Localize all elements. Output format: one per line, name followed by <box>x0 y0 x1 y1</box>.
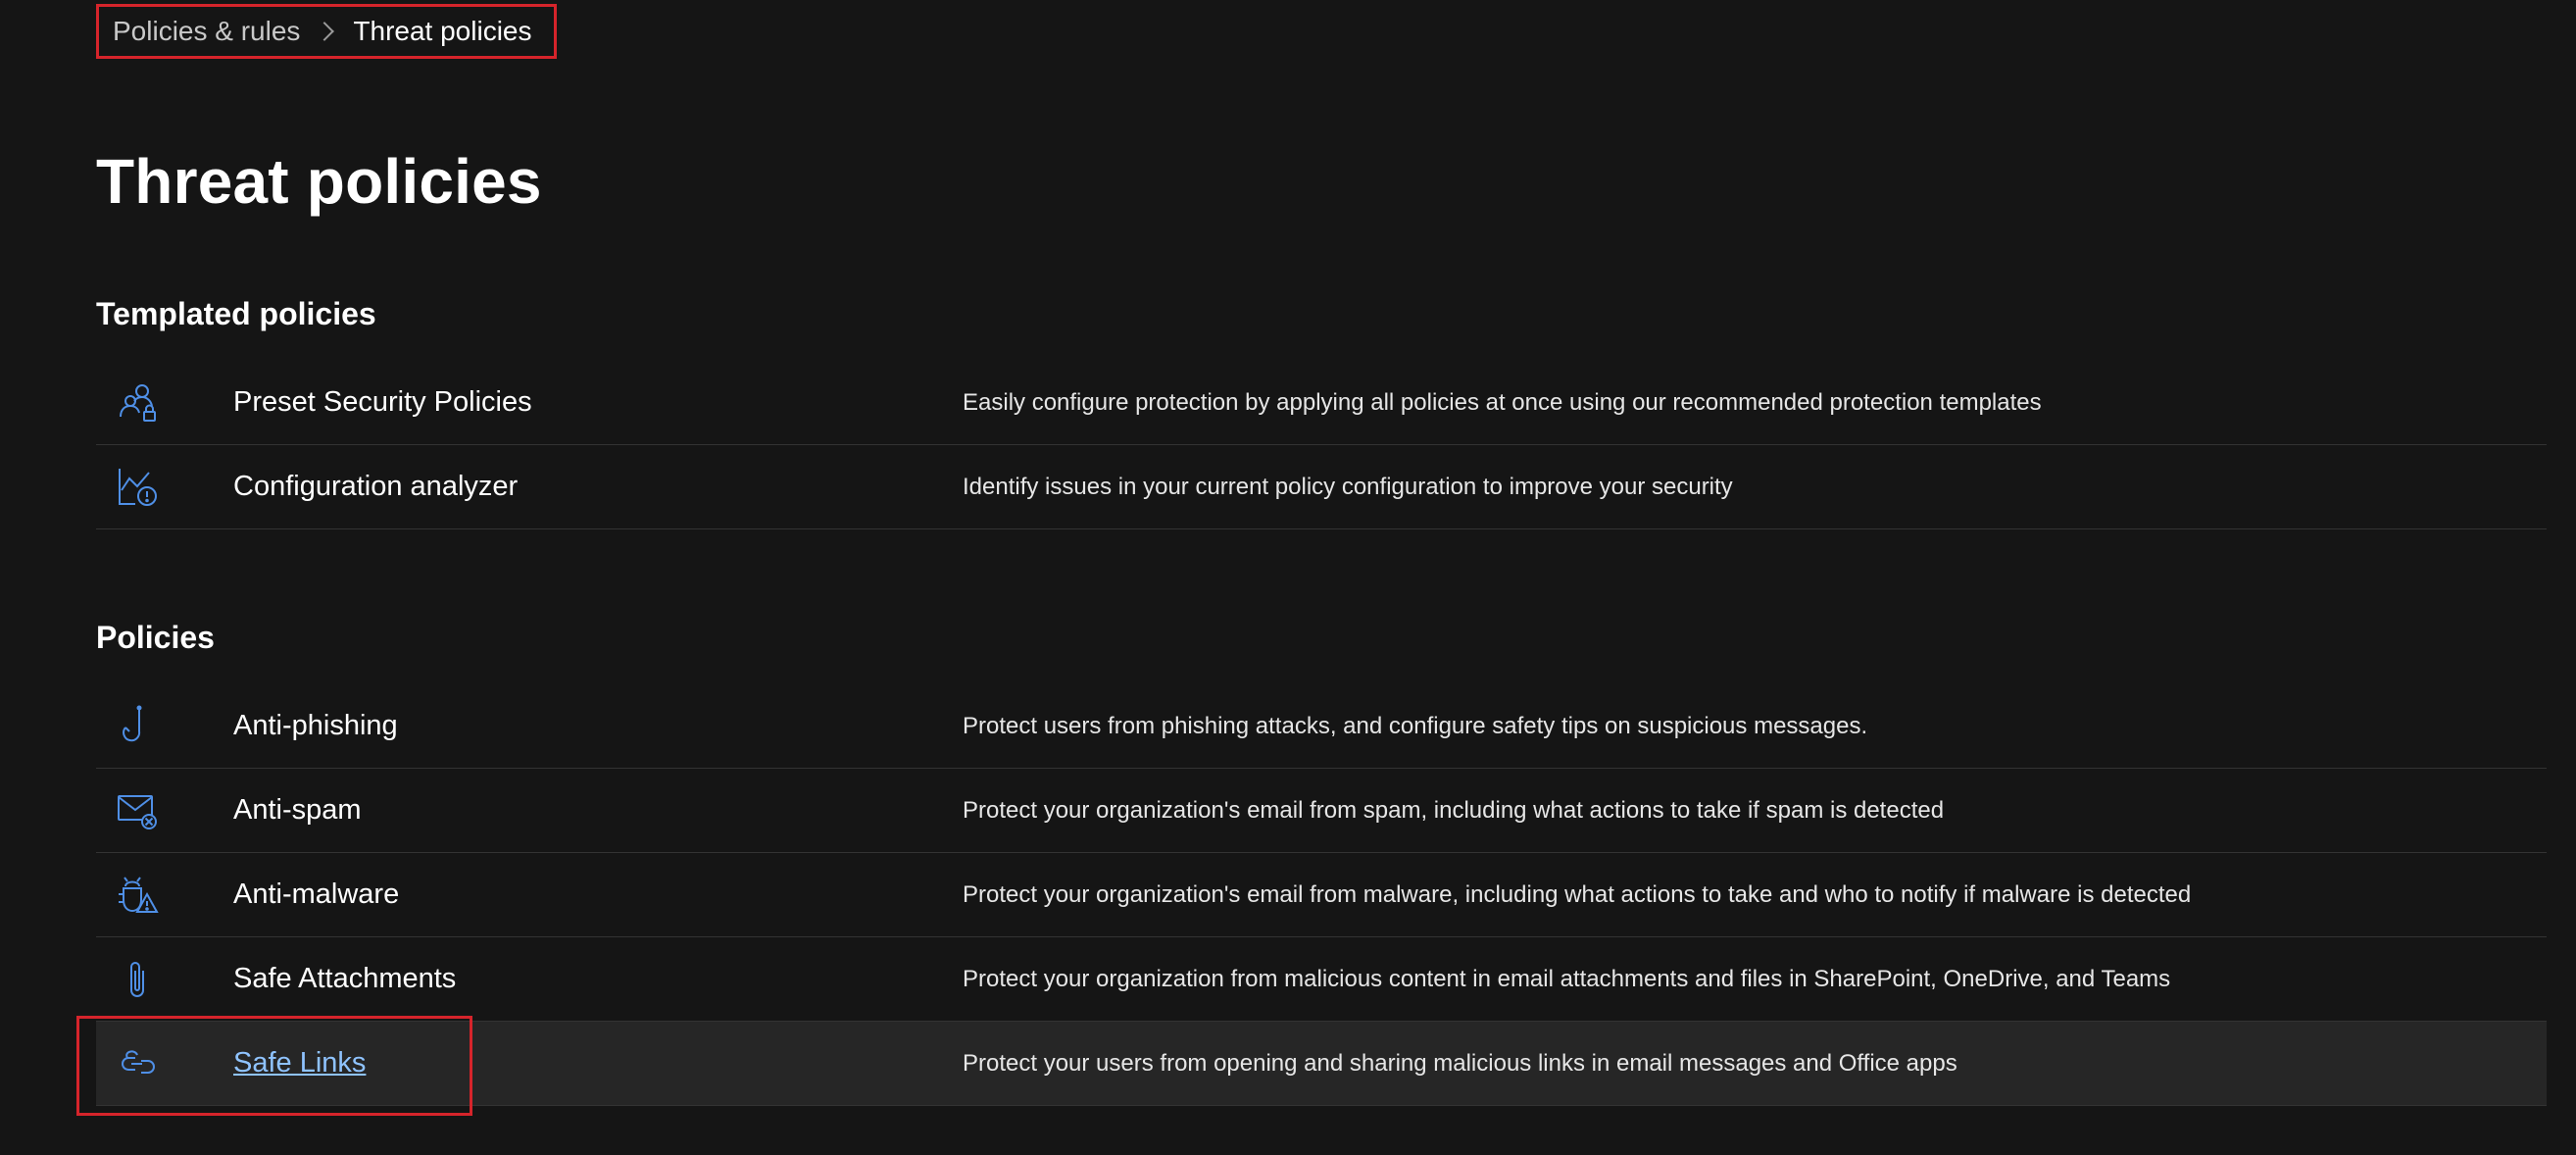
anti-phishing-link[interactable]: Anti-phishing <box>233 710 398 742</box>
chart-alert-icon <box>116 465 161 510</box>
breadcrumb-policies-rules[interactable]: Policies & rules <box>113 16 300 47</box>
safe-links-description: Protect your users from opening and shar… <box>963 1049 1957 1077</box>
configuration-analyzer-link[interactable]: Configuration analyzer <box>233 471 518 503</box>
anti-spam-description: Protect your organization's email from s… <box>963 796 1945 824</box>
chevron-right-icon <box>315 22 335 41</box>
preset-security-policies-link[interactable]: Preset Security Policies <box>233 386 532 419</box>
templated-policies-heading: Templated policies <box>96 296 376 331</box>
preset-security-policies-description: Easily configure protection by applying … <box>963 388 2042 416</box>
bug-warning-icon <box>116 873 161 918</box>
threat-policies-page: Policies & rules Threat policies Threat … <box>0 0 2576 1155</box>
anti-malware-link[interactable]: Anti-malware <box>233 879 399 911</box>
mail-block-icon <box>116 788 161 833</box>
page-title: Threat policies <box>96 146 542 217</box>
list-item-anti-phishing[interactable]: Anti-phishing Protect users from phishin… <box>96 684 2547 769</box>
list-item-safe-links[interactable]: Safe Links Protect your users from openi… <box>96 1022 2547 1106</box>
list-item-anti-malware[interactable]: Anti-malware Protect your organization's… <box>96 853 2547 937</box>
list-item-configuration-analyzer[interactable]: Configuration analyzer Identify issues i… <box>96 445 2547 529</box>
list-item-safe-attachments[interactable]: Safe Attachments Protect your organizati… <box>96 937 2547 1022</box>
anti-phishing-description: Protect users from phishing attacks, and… <box>963 712 1868 739</box>
configuration-analyzer-description: Identify issues in your current policy c… <box>963 473 1733 500</box>
link-icon <box>116 1041 161 1086</box>
policies-heading: Policies <box>96 620 215 655</box>
people-lock-icon <box>116 380 161 426</box>
templated-policies-list: Preset Security Policies Easily configur… <box>96 361 2547 529</box>
fish-hook-icon <box>116 704 161 749</box>
list-item-anti-spam[interactable]: Anti-spam Protect your organization's em… <box>96 769 2547 853</box>
anti-malware-description: Protect your organization's email from m… <box>963 880 2192 908</box>
safe-attachments-link[interactable]: Safe Attachments <box>233 963 456 995</box>
breadcrumb: Policies & rules Threat policies <box>96 4 557 59</box>
safe-links-link[interactable]: Safe Links <box>233 1047 366 1080</box>
anti-spam-link[interactable]: Anti-spam <box>233 794 362 827</box>
paperclip-icon <box>116 957 161 1002</box>
breadcrumb-threat-policies: Threat policies <box>353 16 532 46</box>
list-item-preset-security-policies[interactable]: Preset Security Policies Easily configur… <box>96 361 2547 445</box>
policies-list: Anti-phishing Protect users from phishin… <box>96 684 2547 1106</box>
safe-attachments-description: Protect your organization from malicious… <box>963 965 2171 992</box>
